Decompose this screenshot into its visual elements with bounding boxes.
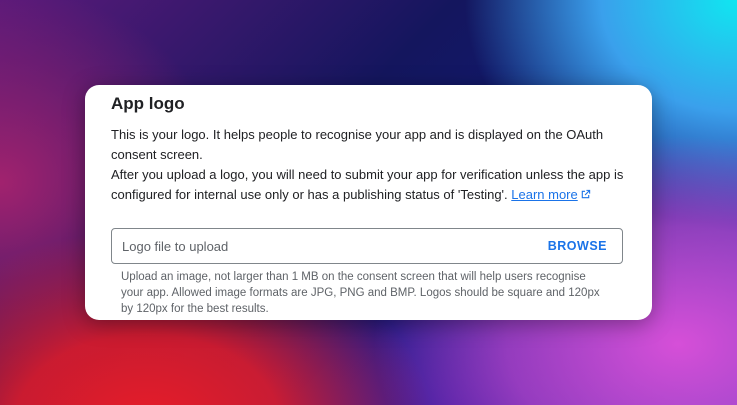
learn-more-label: Learn more: [511, 187, 578, 202]
browse-button[interactable]: BROWSE: [548, 239, 607, 253]
description-line-1: This is your logo. It helps people to re…: [111, 127, 604, 162]
upload-hint: Upload an image, not larger than 1 MB on…: [121, 271, 600, 315]
learn-more-link[interactable]: Learn more: [511, 187, 590, 202]
app-logo-card: App logo This is your logo. It helps peo…: [85, 85, 652, 320]
open-in-new-icon: [581, 189, 590, 199]
logo-upload-field[interactable]: Logo file to upload BROWSE: [111, 228, 623, 264]
verification-description: After you upload a logo, you will need t…: [111, 165, 626, 205]
section-title: App logo: [111, 94, 185, 113]
logo-description: This is your logo. It helps people to re…: [111, 125, 626, 165]
upload-placeholder: Logo file to upload: [122, 238, 229, 254]
